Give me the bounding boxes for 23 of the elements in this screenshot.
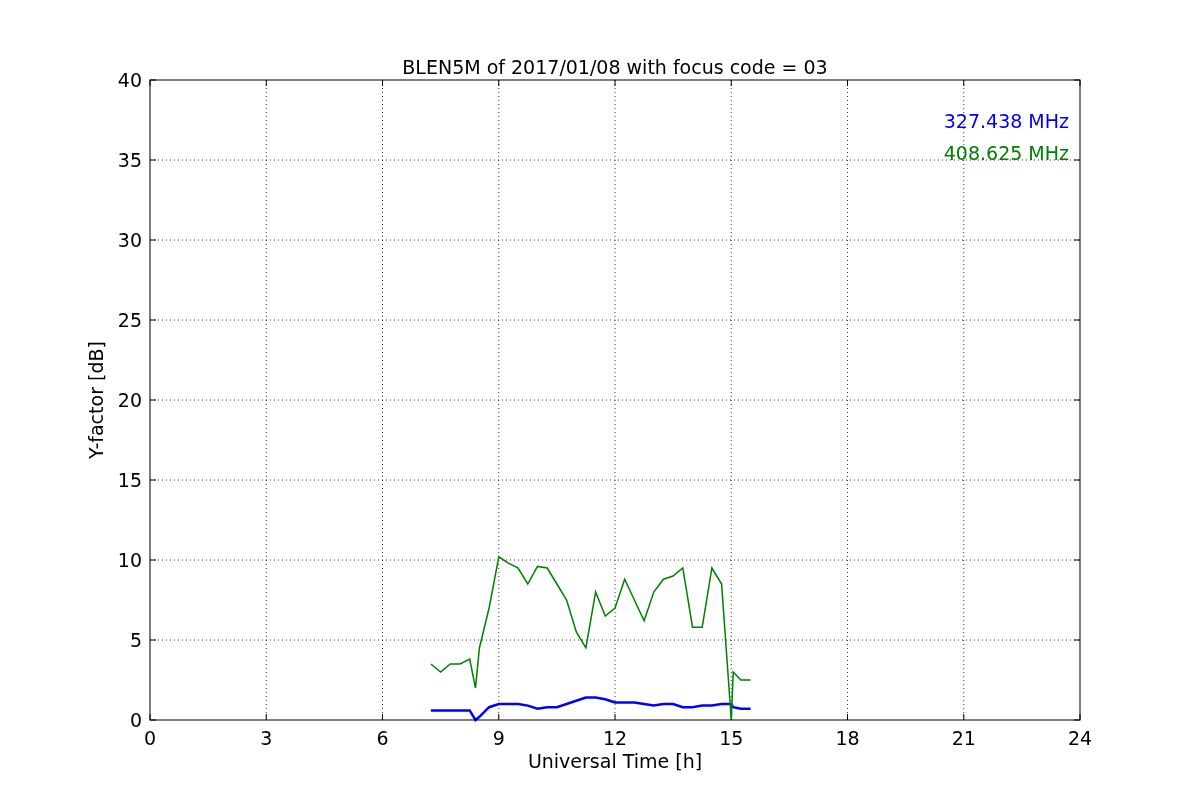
y-tick-label: 10 [117,549,142,571]
x-tick-label: 15 [719,727,744,749]
legend-label: 408.625 MHz [943,142,1069,164]
x-tick-label: 9 [492,727,505,749]
y-axis-label: Y-factor [dB] [85,341,107,459]
x-axis-label: Universal Time [h] [527,750,703,772]
x-tick-label: 24 [1067,727,1093,749]
y-tick-label: 25 [117,309,142,331]
x-tick-label: 12 [602,727,628,749]
chart-title: BLEN5M of 2017/01/08 with focus code = 03 [402,56,828,78]
y-tick-label: 20 [117,389,142,411]
y-tick-label: 15 [117,469,142,491]
x-tick-label: 6 [376,727,389,749]
x-tick-label: 0 [143,727,157,749]
y-tick-label: 35 [117,149,142,171]
y-tick-label: 0 [129,709,142,731]
y-tick-label: 5 [129,629,142,651]
legend-label: 327.438 MHz [943,110,1069,132]
x-tick-label: 18 [835,727,860,749]
x-tick-label: 21 [951,727,976,749]
x-tick-label: 3 [260,727,273,749]
y-tick-label: 40 [117,69,142,91]
y-tick-label: 30 [117,229,142,251]
